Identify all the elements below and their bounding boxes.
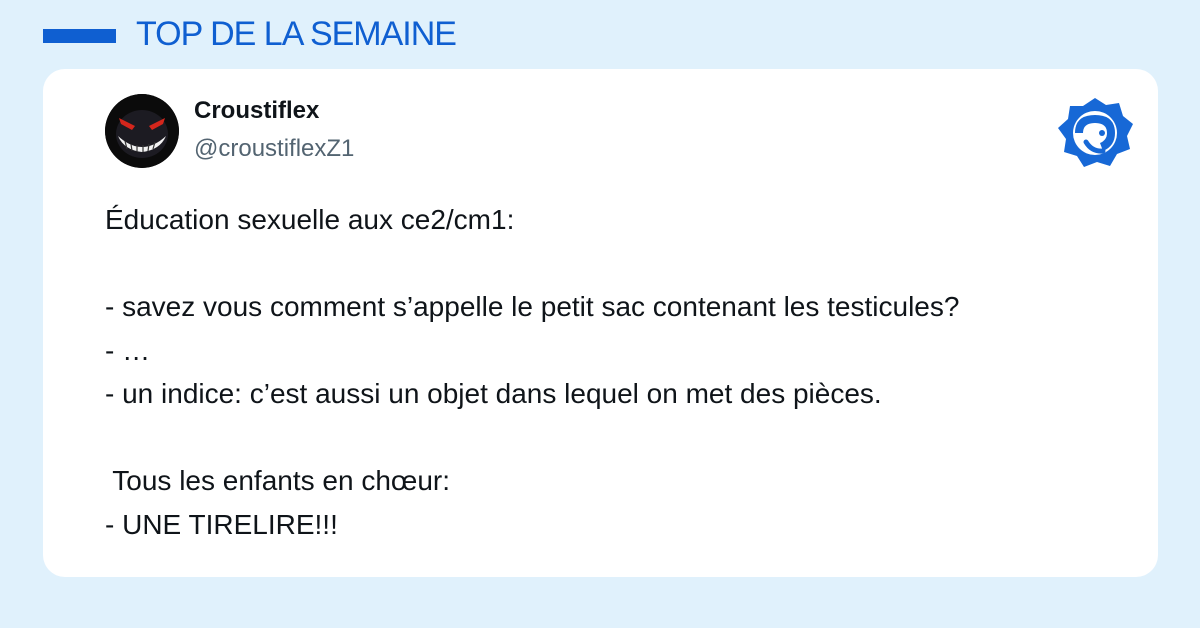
tweet-card: Croustiflex @croustiflexZ1 Éducation sex… bbox=[43, 69, 1158, 577]
tweet-line: - UNE TIRELIRE!!! bbox=[105, 508, 338, 540]
page-title: TOP DE LA SEMAINE bbox=[136, 15, 457, 53]
grinning-ghost-avatar-icon bbox=[105, 94, 179, 168]
tweet-line: Tous les enfants en chœur: bbox=[105, 465, 450, 496]
tweet-line bbox=[105, 242, 1135, 286]
tweet-line: - … bbox=[105, 334, 151, 366]
author-handle[interactable]: @croustiflexZ1 bbox=[194, 135, 354, 163]
author-name[interactable]: Croustiflex bbox=[194, 97, 319, 125]
tweet-line: - un indice: c’est aussi un objet dans l… bbox=[105, 378, 882, 409]
tweet-line bbox=[105, 416, 1135, 460]
blue-badge-logo-icon bbox=[1058, 98, 1133, 167]
header-accent-bar bbox=[43, 29, 116, 43]
tweet-text: Éducation sexuelle aux ce2/cm1: - savez … bbox=[105, 198, 1135, 546]
avatar[interactable] bbox=[105, 94, 179, 168]
tweet-line: Éducation sexuelle aux ce2/cm1: bbox=[105, 204, 515, 235]
brand-logo-icon bbox=[1056, 96, 1134, 170]
tweet-line: - savez vous comment s’appelle le petit … bbox=[105, 291, 960, 322]
